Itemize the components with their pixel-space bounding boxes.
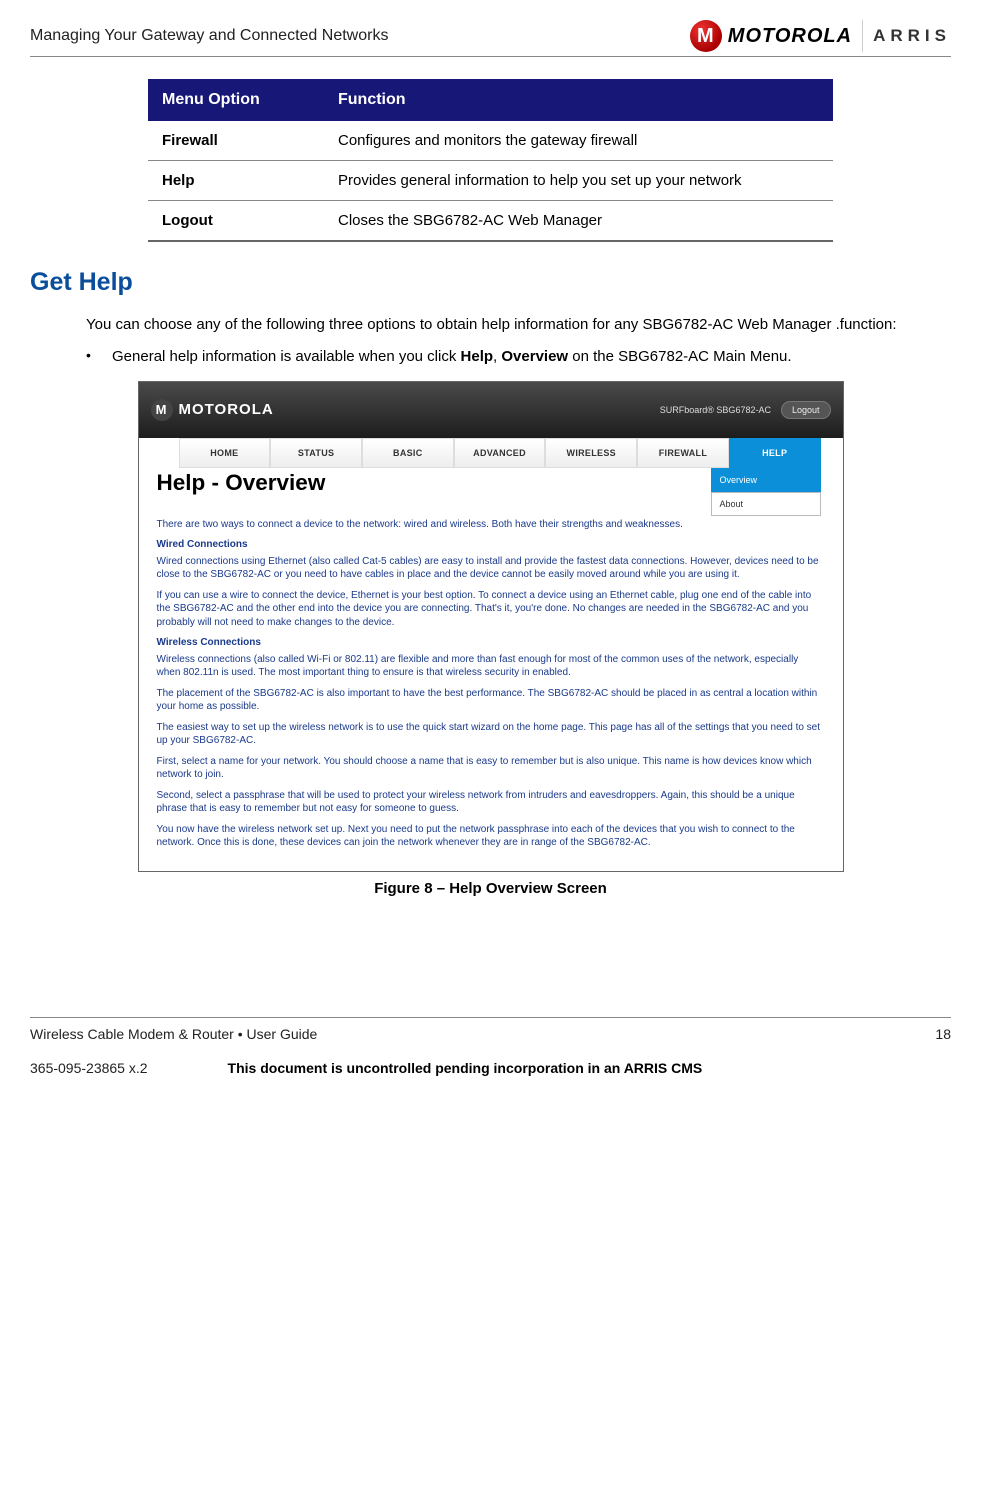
cell-function: Configures and monitors the gateway fire… (324, 121, 833, 161)
bullet-item: • General help information is available … (86, 347, 916, 367)
table-row: Logout Closes the SBG6782-AC Web Manager (148, 201, 833, 242)
col-header-menu: Menu Option (148, 79, 324, 121)
nav-spacer (821, 438, 843, 468)
ss-subnav: Help - Overview Overview About (139, 468, 843, 516)
motorola-wordmark: MOTOROLA (728, 25, 852, 48)
cell-function: Closes the SBG6782-AC Web Manager (324, 201, 833, 242)
table-row: Firewall Configures and monitors the gat… (148, 121, 833, 161)
nav-firewall[interactable]: FIREWALL (637, 438, 729, 468)
table-row: Help Provides general information to hel… (148, 161, 833, 201)
footer-doc-title: Wireless Cable Modem & Router • User Gui… (30, 1026, 317, 1042)
ss-p-wl1: Wireless connections (also called Wi-Fi … (157, 653, 825, 680)
motorola-logo: M MOTOROLA (690, 20, 852, 52)
bullet-bold-help: Help (461, 348, 494, 365)
page-footer: Wireless Cable Modem & Router • User Gui… (30, 1017, 951, 1042)
figure-caption: Figure 8 – Help Overview Screen (30, 880, 951, 897)
bullet-text-post: on the SBG6782-AC Main Menu. (568, 348, 791, 365)
ss-p-wl3: The easiest way to set up the wireless n… (157, 721, 825, 748)
nav-status[interactable]: STATUS (270, 438, 362, 468)
footer-page-number: 18 (935, 1026, 951, 1042)
ss-p-wl6: You now have the wireless network set up… (157, 823, 825, 850)
col-header-function: Function (324, 79, 833, 121)
ss-topbar: M MOTOROLA SURFboard® SBG6782-AC Logout (139, 382, 843, 438)
bullet-dot-icon: • (86, 347, 112, 367)
ss-p-wl2: The placement of the SBG6782-AC is also … (157, 687, 825, 714)
ss-logout-button[interactable]: Logout (781, 401, 831, 419)
help-overview-screenshot: M MOTOROLA SURFboard® SBG6782-AC Logout … (138, 381, 844, 872)
page-footer-2: 365-095-23865 x.2 This document is uncon… (30, 1060, 951, 1076)
ss-h-wired: Wired Connections (157, 538, 825, 552)
footer-uncontrolled-msg: This document is uncontrolled pending in… (228, 1060, 703, 1076)
cell-option: Logout (148, 201, 324, 242)
page-title: Managing Your Gateway and Connected Netw… (30, 27, 388, 45)
bullet-bold-overview: Overview (501, 348, 568, 365)
ss-subnav-col: Overview About (711, 468, 821, 516)
ss-p-w2: If you can use a wire to connect the dev… (157, 589, 825, 630)
cell-function: Provides general information to help you… (324, 161, 833, 201)
nav-spacer (139, 438, 179, 468)
nav-basic[interactable]: BASIC (362, 438, 454, 468)
ss-moto-word: MOTOROLA (179, 401, 274, 418)
nav-home[interactable]: HOME (179, 438, 271, 468)
subnav-overview[interactable]: Overview (711, 468, 821, 492)
ss-p-wl4: First, select a name for your network. Y… (157, 755, 825, 782)
nav-advanced[interactable]: ADVANCED (454, 438, 546, 468)
page-header: Managing Your Gateway and Connected Netw… (30, 20, 951, 57)
ss-nav-row: HOME STATUS BASIC ADVANCED WIRELESS FIRE… (139, 438, 843, 468)
nav-wireless[interactable]: WIRELESS (545, 438, 637, 468)
ss-intro-p: There are two ways to connect a device t… (157, 518, 825, 532)
ss-p-w1: Wired connections using Ethernet (also c… (157, 555, 825, 582)
ss-product-label: SURFboard® SBG6782-AC (660, 405, 771, 415)
arris-logo: ARRIS (873, 26, 951, 46)
ss-p-wl5: Second, select a passphrase that will be… (157, 789, 825, 816)
ss-page-heading: Help - Overview (157, 470, 693, 496)
bullet-text: General help information is available wh… (112, 347, 792, 367)
menu-option-table: Menu Option Function Firewall Configures… (148, 79, 833, 242)
ss-topbar-right: SURFboard® SBG6782-AC Logout (660, 401, 831, 419)
motorola-mark-icon: M (690, 20, 722, 52)
cell-option: Help (148, 161, 324, 201)
logo-group: M MOTOROLA ARRIS (690, 20, 951, 52)
intro-paragraph: You can choose any of the following thre… (86, 315, 906, 335)
subnav-about[interactable]: About (711, 492, 821, 516)
footer-doc-number: 365-095-23865 x.2 (30, 1060, 148, 1076)
ss-moto-mark-icon: M (151, 399, 173, 421)
ss-h-wireless: Wireless Connections (157, 636, 825, 650)
section-heading: Get Help (30, 268, 951, 297)
cell-option: Firewall (148, 121, 324, 161)
logo-divider (862, 20, 863, 52)
ss-brand: M MOTOROLA (151, 399, 274, 421)
nav-help[interactable]: HELP (729, 438, 821, 468)
bullet-text-pre: General help information is available wh… (112, 348, 461, 365)
ss-body: There are two ways to connect a device t… (139, 516, 843, 871)
